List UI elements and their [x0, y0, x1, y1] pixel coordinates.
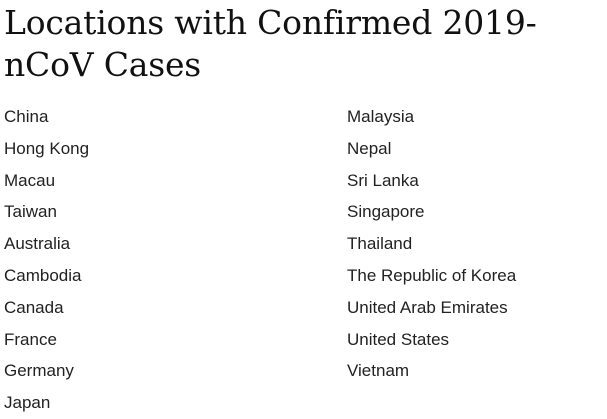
location-item: Taiwan	[4, 202, 57, 222]
location-item: Singapore	[347, 202, 425, 222]
location-item: Hong Kong	[4, 138, 90, 158]
location-item: The Republic of Korea	[347, 265, 517, 285]
location-item: Germany	[4, 361, 74, 381]
location-item: Canada	[4, 297, 64, 317]
page-content: Locations with Confirmed 2019-nCoV Cases…	[4, 0, 604, 419]
location-item: Australia	[4, 234, 71, 254]
location-item: Macau	[4, 170, 56, 190]
location-item: France	[4, 329, 57, 349]
location-item: China	[4, 107, 49, 126]
location-item: Sri Lanka	[347, 170, 419, 190]
location-item: Thailand	[347, 234, 413, 254]
location-item: Japan	[4, 393, 51, 413]
location-item: United States	[347, 329, 450, 349]
page-title: Locations with Confirmed 2019-nCoV Cases	[4, 3, 537, 84]
locations-column-left: China Hong Kong Macau Taiwan Australia C…	[4, 101, 347, 419]
location-item: United Arab Emirates	[347, 297, 508, 317]
location-item: Cambodia	[4, 265, 82, 285]
locations-column-right: Malaysia Nepal Sri Lanka Singapore Thail…	[347, 101, 604, 419]
location-item: Malaysia	[347, 107, 415, 126]
location-item: Vietnam	[347, 361, 410, 381]
locations-list: China Hong Kong Macau Taiwan Australia C…	[4, 101, 604, 419]
location-item: Nepal	[347, 138, 392, 158]
